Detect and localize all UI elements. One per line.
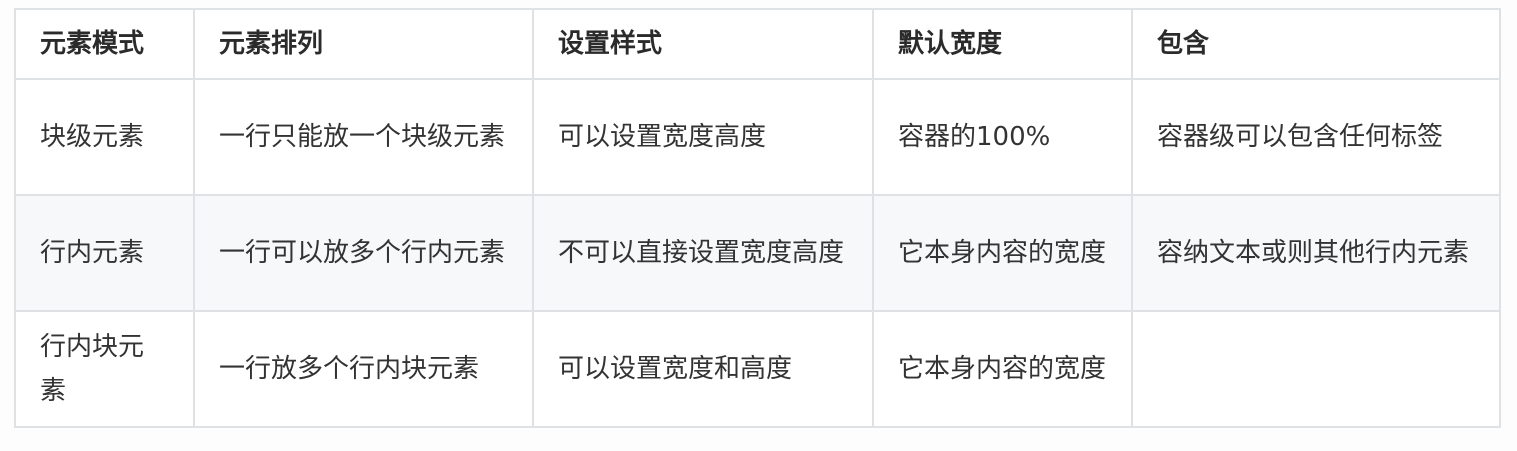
table-cell: 一行只能放一个块级元素 (193, 78, 534, 196)
table-cell: 容器的100% (872, 78, 1133, 196)
table-cell: 可以设置宽度高度 (532, 78, 874, 196)
table-cell: 它本身内容的宽度 (872, 310, 1133, 428)
table-cell: 不可以直接设置宽度高度 (532, 194, 874, 312)
table-cell: 一行放多个行内块元素 (193, 310, 534, 428)
table-row: 块级元素 一行只能放一个块级元素 可以设置宽度高度 容器的100% 容器级可以包… (14, 78, 1501, 196)
table-cell: 容纳文本或则其他行内元素 (1131, 194, 1501, 312)
table-row: 行内元素 一行可以放多个行内元素 不可以直接设置宽度高度 它本身内容的宽度 容纳… (14, 194, 1501, 312)
header-default-width: 默认宽度 (872, 8, 1133, 80)
table-cell: 行内块元素 (14, 310, 195, 428)
page: 元素模式 元素排列 设置样式 默认宽度 包含 块级元素 一行只能放一个块级元素 … (0, 0, 1517, 451)
header-set-style: 设置样式 (532, 8, 874, 80)
header-element-arrangement: 元素排列 (193, 8, 534, 80)
table-cell: 可以设置宽度和高度 (532, 310, 874, 428)
table-header-row: 元素模式 元素排列 设置样式 默认宽度 包含 (14, 8, 1501, 80)
display-mode-table: 元素模式 元素排列 设置样式 默认宽度 包含 块级元素 一行只能放一个块级元素 … (14, 8, 1501, 428)
header-contains: 包含 (1131, 8, 1501, 80)
table-cell: 行内元素 (14, 194, 195, 312)
table-cell: 块级元素 (14, 78, 195, 196)
header-element-mode: 元素模式 (14, 8, 195, 80)
table-cell: 它本身内容的宽度 (872, 194, 1133, 312)
table-cell: 一行可以放多个行内元素 (193, 194, 534, 312)
table-cell (1131, 310, 1501, 428)
table-row: 行内块元素 一行放多个行内块元素 可以设置宽度和高度 它本身内容的宽度 (14, 310, 1501, 428)
table-cell: 容器级可以包含任何标签 (1131, 78, 1501, 196)
